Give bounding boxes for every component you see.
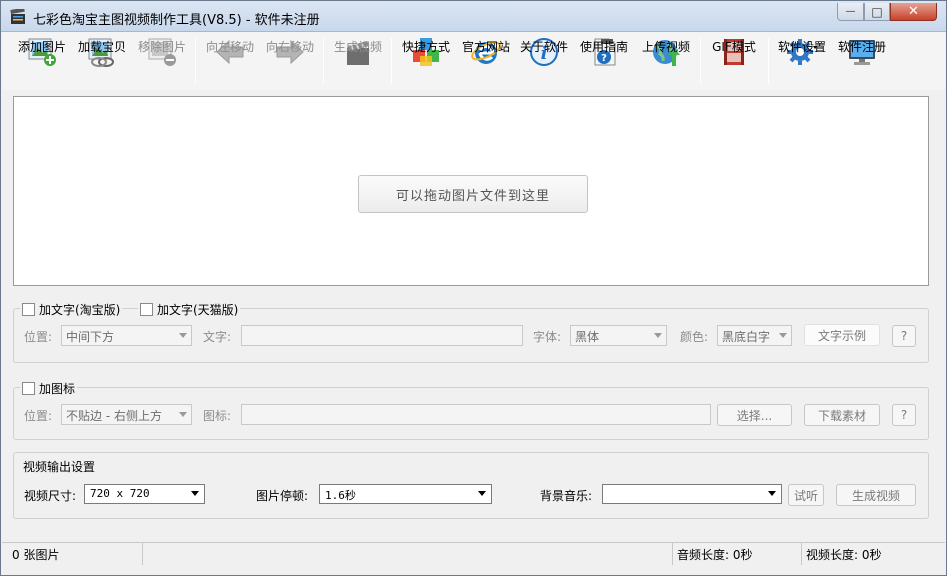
chevron-down-icon — [191, 491, 199, 496]
video-size-label: 视频尺寸: — [24, 489, 77, 503]
generate-video-button[interactable]: 生成视频 — [836, 484, 916, 506]
generate-video-toolbar-button[interactable]: 生成视频 — [332, 36, 384, 88]
status-spacer — [143, 543, 673, 565]
toolbar-separator — [700, 38, 701, 84]
move-left-button[interactable]: 向左移动 — [204, 36, 256, 88]
image-count-status: 0 张图片 — [8, 543, 143, 565]
font-label: 字体: — [533, 330, 562, 344]
chevron-down-icon — [478, 491, 486, 496]
remove-image-button[interactable]: 移除图片 — [136, 36, 188, 88]
checkbox-box[interactable] — [22, 303, 35, 316]
about-button[interactable]: i 关于软件 — [518, 36, 570, 88]
icon-position-label: 位置: — [24, 409, 53, 423]
video-size-select[interactable]: 720 x 720 — [84, 484, 205, 504]
toolbar-separator — [391, 38, 392, 84]
add-text-taobao-checkbox[interactable]: 加文字(淘宝版) — [20, 301, 123, 318]
checkbox-box[interactable] — [140, 303, 153, 316]
image-drop-area[interactable]: 可以拖动图片文件到这里 — [13, 96, 929, 286]
gif-mode-button[interactable]: GIF模式 — [708, 36, 760, 88]
text-content-input[interactable] — [241, 325, 523, 346]
toolbar-separator — [195, 38, 196, 84]
upload-video-button[interactable]: 上传视频 — [638, 36, 694, 88]
background-music-select[interactable] — [602, 484, 782, 504]
shortcut-button[interactable]: 快捷方式 — [400, 36, 452, 88]
load-item-button[interactable]: 加载宝贝 — [76, 36, 128, 88]
text-sample-button[interactable]: 文字示例 — [804, 324, 880, 346]
toolbar: 添加图片 加载宝贝 移除图片 向左移动 向右移动 生成视频 快捷方式 官方网站 … — [2, 32, 945, 90]
move-left-label: 向左移动 — [205, 40, 254, 54]
toolbar-separator — [768, 38, 769, 84]
gif-mode-label: GIF模式 — [712, 40, 756, 54]
remove-image-label: 移除图片 — [137, 40, 186, 54]
color-select[interactable]: 黑底白字 — [717, 325, 792, 346]
add-text-tmall-checkbox[interactable]: 加文字(天猫版) — [138, 301, 241, 318]
title-bar: 七彩色淘宝主图视频制作工具(V8.5) - 软件未注册 — □ ✕ — [1, 1, 946, 32]
toolbar-separator — [323, 38, 324, 84]
font-select[interactable]: 黑体 — [570, 325, 667, 346]
video-length-status: 视频长度: 0秒 — [806, 547, 882, 562]
text-content-label: 文字: — [203, 330, 232, 344]
about-label: 关于软件 — [519, 40, 568, 54]
settings-button[interactable]: 软件设置 — [774, 36, 830, 88]
icon-file-label: 图标: — [203, 409, 232, 423]
clapperboard-app-icon — [10, 9, 25, 24]
icon-file-input[interactable] — [241, 404, 711, 425]
move-right-label: 向右移动 — [265, 40, 314, 54]
chevron-down-icon — [179, 412, 187, 417]
register-label: 软件注册 — [837, 40, 886, 54]
window-title: 七彩色淘宝主图视频制作工具(V8.5) - 软件未注册 — [33, 13, 320, 28]
upload-video-label: 上传视频 — [641, 40, 690, 54]
icon-position-select[interactable]: 不贴边 - 右侧上方 — [61, 404, 192, 425]
official-site-button[interactable]: 官方网站 — [460, 36, 512, 88]
register-button[interactable]: 软件注册 — [836, 36, 888, 88]
background-music-label: 背景音乐: — [540, 489, 593, 503]
official-site-label: 官方网站 — [461, 40, 510, 54]
checkbox-box[interactable] — [22, 382, 35, 395]
minimize-button[interactable]: — — [837, 3, 864, 21]
text-position-select[interactable]: 中间下方 — [61, 325, 192, 346]
user-guide-label: 使用指南 — [579, 40, 628, 54]
settings-label: 软件设置 — [777, 40, 826, 54]
status-bar: 0 张图片 音频长度: 0秒 视频长度: 0秒 — [2, 542, 945, 565]
image-pause-select[interactable]: 1.6秒 — [319, 484, 492, 504]
chevron-down-icon — [654, 333, 662, 338]
chevron-down-icon — [779, 333, 787, 338]
add-image-button[interactable]: 添加图片 — [16, 36, 68, 88]
icon-browse-button[interactable]: 选择... — [717, 404, 792, 426]
add-icon-checkbox[interactable]: 加图标 — [20, 380, 78, 397]
audio-length-status: 音频长度: 0秒 — [673, 543, 802, 565]
chevron-down-icon — [768, 491, 776, 496]
app-window: 七彩色淘宝主图视频制作工具(V8.5) - 软件未注册 — □ ✕ 添加图片 加… — [0, 0, 947, 576]
icon-help-button[interactable]: ? — [892, 404, 916, 426]
generate-video-label: 生成视频 — [333, 40, 382, 54]
load-item-label: 加载宝贝 — [77, 40, 126, 54]
text-help-button[interactable]: ? — [892, 325, 916, 347]
move-right-button[interactable]: 向右移动 — [264, 36, 316, 88]
download-material-button[interactable]: 下载素材 — [804, 404, 880, 426]
image-pause-label: 图片停顿: — [256, 489, 309, 503]
color-label: 颜色: — [680, 330, 709, 344]
chevron-down-icon — [179, 333, 187, 338]
drop-hint-button[interactable]: 可以拖动图片文件到这里 — [358, 175, 588, 213]
output-settings-title: 视频输出设置 — [21, 458, 98, 475]
user-guide-button[interactable]: ? 使用指南 — [578, 36, 630, 88]
maximize-button[interactable]: □ — [864, 3, 890, 21]
shortcut-label: 快捷方式 — [401, 40, 450, 54]
add-image-label: 添加图片 — [17, 40, 66, 54]
text-position-label: 位置: — [24, 330, 53, 344]
close-button[interactable]: ✕ — [890, 3, 937, 21]
music-preview-button[interactable]: 试听 — [788, 484, 824, 506]
